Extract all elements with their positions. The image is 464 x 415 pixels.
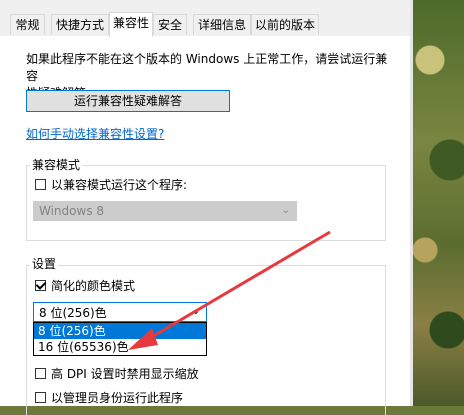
- annotation-arrow-shaft: [149, 230, 331, 340]
- annotation-arrow: [128, 230, 331, 350]
- tab-compatibility[interactable]: 兼容性: [109, 12, 153, 37]
- annotation-arrow-head: [128, 328, 158, 350]
